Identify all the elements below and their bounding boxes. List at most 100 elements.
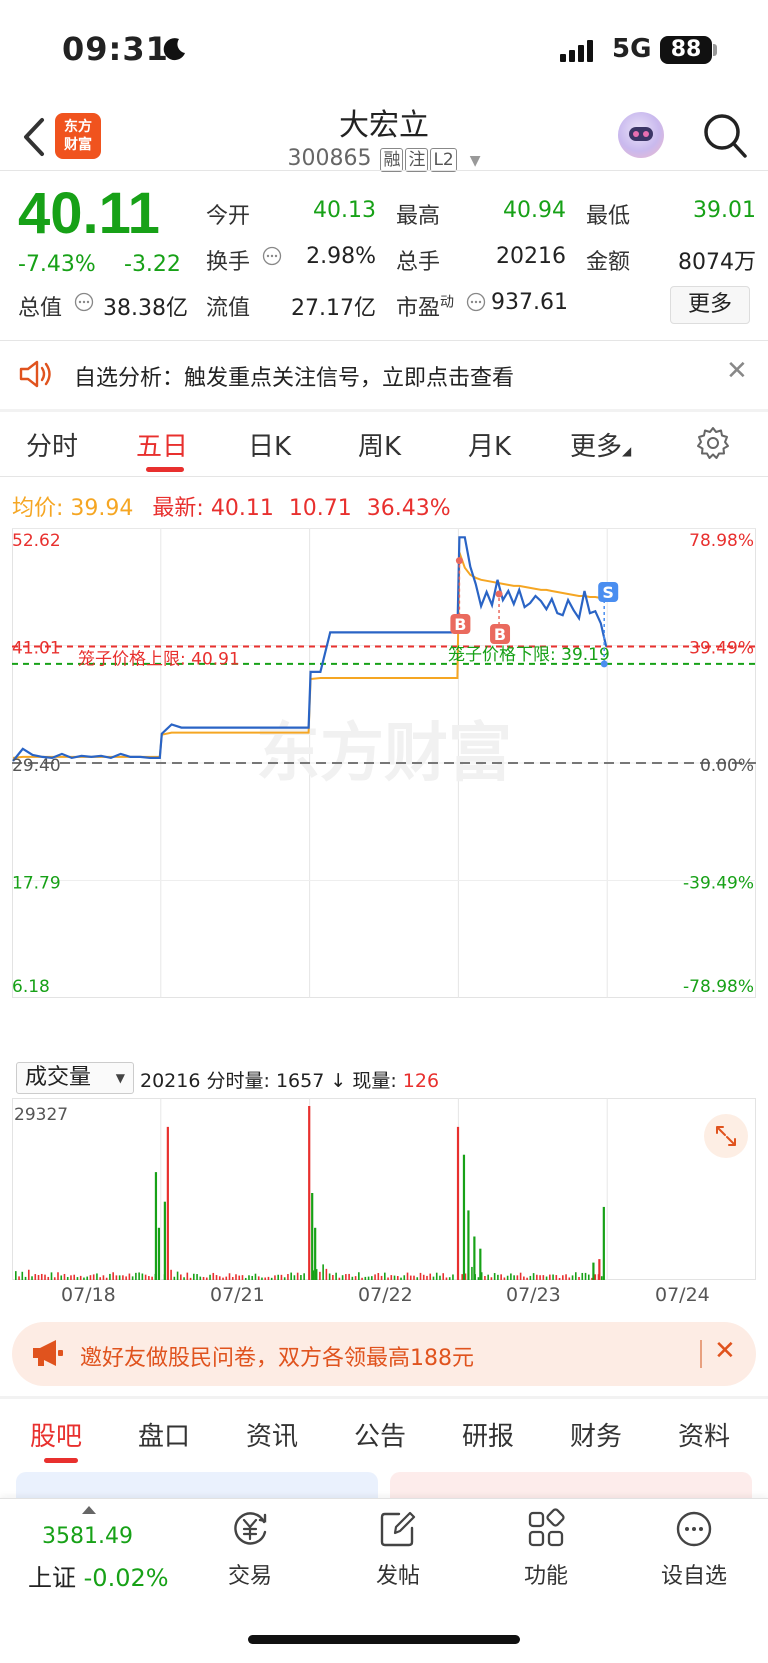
volume-bar <box>290 1272 292 1280</box>
open-value: 40.13 <box>313 198 376 223</box>
volume-bar <box>209 1274 211 1280</box>
tab-daily-k[interactable]: 日K <box>248 426 291 463</box>
volume-bar <box>568 1277 571 1280</box>
volume-bar <box>549 1274 551 1280</box>
volume-bar <box>371 1276 373 1280</box>
volume-chart[interactable]: 29327 <box>12 1098 756 1280</box>
tab-more[interactable]: 更多◢ <box>570 426 631 463</box>
volume-bar <box>429 1273 432 1280</box>
info-icon[interactable] <box>74 292 94 312</box>
post-icon[interactable] <box>377 1508 419 1550</box>
promo-text[interactable]: 邀好友做股民问卷，双方各领最高188元 <box>80 1340 474 1372</box>
close-icon[interactable]: ✕ <box>714 1336 736 1366</box>
date-label: 07/21 <box>210 1284 265 1306</box>
settings-icon[interactable] <box>696 426 730 460</box>
volume-bar <box>135 1272 137 1280</box>
volume-bar <box>267 1276 270 1280</box>
volume-bar <box>183 1277 185 1280</box>
tab-announcements[interactable]: 公告 <box>354 1416 406 1453</box>
tab-profile[interactable]: 资料 <box>678 1416 730 1453</box>
tab-intraday[interactable]: 分时 <box>26 426 78 463</box>
expand-icon[interactable] <box>704 1114 748 1158</box>
volume-bar <box>598 1259 601 1280</box>
volume-bar <box>99 1277 101 1280</box>
volume-max-tick: 29327 <box>14 1105 68 1125</box>
volume-bar <box>102 1275 105 1280</box>
tab-order-book[interactable]: 盘口 <box>138 1416 190 1453</box>
volume-bar <box>118 1275 121 1280</box>
close-icon[interactable]: ✕ <box>726 356 748 386</box>
volume-bar <box>552 1274 554 1280</box>
volume-bar <box>105 1277 108 1280</box>
grid-icon[interactable] <box>525 1508 567 1550</box>
volume-bar <box>37 1275 40 1280</box>
volume-bar <box>322 1264 324 1280</box>
y-tick-left: 41.01 <box>12 639 61 659</box>
buy-marker-label: B <box>494 625 506 644</box>
nav-post-label[interactable]: 发帖 <box>348 1558 448 1590</box>
volume-indicator-select[interactable]: 成交量 ▼ <box>16 1062 134 1094</box>
volume-bar <box>189 1277 192 1280</box>
y-tick-right: -78.98% <box>683 977 754 997</box>
volume-bar <box>311 1193 314 1280</box>
five-day-price-chart[interactable]: 东方财富52.6241.0129.4017.796.1878.98%39.49%… <box>12 528 756 1058</box>
tab-research[interactable]: 研报 <box>462 1416 514 1453</box>
volume-bar <box>212 1272 215 1280</box>
current-volume-label: 现量: <box>352 1070 397 1092</box>
volume-bar <box>325 1268 328 1280</box>
volume-bar <box>241 1275 244 1280</box>
volume-bar <box>536 1274 538 1280</box>
dropdown-caret-icon[interactable]: ▼ <box>470 153 481 169</box>
tab-guba[interactable]: 股吧 <box>30 1416 82 1453</box>
volume-bar <box>270 1277 273 1280</box>
volume-bar <box>529 1275 532 1280</box>
volume-bar <box>341 1275 344 1280</box>
volume-bar <box>205 1277 208 1280</box>
volume-bar <box>166 1126 169 1280</box>
trade-icon[interactable] <box>229 1508 271 1550</box>
assistant-avatar-icon[interactable] <box>618 112 664 158</box>
info-icon[interactable] <box>466 292 486 312</box>
info-icon[interactable] <box>262 246 282 266</box>
marker-dot <box>600 660 608 668</box>
watchlist-icon[interactable] <box>673 1508 715 1550</box>
search-icon[interactable] <box>700 110 750 162</box>
volume-bar <box>141 1273 144 1280</box>
volume-bar <box>70 1275 72 1280</box>
volume-bar <box>467 1210 470 1280</box>
volume-bar <box>562 1275 564 1280</box>
index-ticker[interactable]: 上证 -0.02% <box>28 1558 169 1593</box>
upper-limit-label: 笼子价格上限: 40.91 <box>78 650 240 670</box>
dropdown-caret-icon: ▼ <box>115 1071 125 1085</box>
volume-bar <box>581 1272 584 1280</box>
volume-bar <box>487 1274 489 1280</box>
volume-bar <box>452 1274 454 1280</box>
tab-five-day[interactable]: 五日 <box>136 426 188 463</box>
tab-financials[interactable]: 财务 <box>570 1416 622 1453</box>
volume-bar <box>545 1276 548 1280</box>
y-tick-left: 52.62 <box>12 531 61 551</box>
home-indicator <box>248 1635 520 1644</box>
tab-monthly-k[interactable]: 月K <box>468 426 511 463</box>
latest-label: 最新: <box>152 496 204 521</box>
volume-bar <box>584 1272 587 1280</box>
alert-text[interactable]: 自选分析：触发重点关注信号，立即点击查看 <box>74 360 514 392</box>
volume-bar <box>558 1277 561 1280</box>
volume-bar <box>283 1277 286 1280</box>
low-value: 39.01 <box>693 198 756 223</box>
nav-watchlist-label[interactable]: 设自选 <box>644 1558 744 1590</box>
index-value[interactable]: 3581.49 <box>42 1524 133 1549</box>
nav-trade-label[interactable]: 交易 <box>200 1558 300 1590</box>
more-quote-button[interactable]: 更多 <box>670 286 750 324</box>
tab-news[interactable]: 资讯 <box>246 1416 298 1453</box>
volume-bar <box>571 1275 574 1280</box>
volume-bar <box>367 1276 370 1280</box>
expand-up-icon[interactable] <box>82 1506 96 1514</box>
tab-weekly-k[interactable]: 周K <box>358 426 401 463</box>
volume-bar <box>600 1276 603 1280</box>
volume-bar <box>215 1275 218 1280</box>
amount-value: 8074万 <box>678 250 756 275</box>
volume-bar <box>542 1275 545 1280</box>
nav-function-label[interactable]: 功能 <box>496 1558 596 1590</box>
corner-caret-icon: ◢ <box>622 444 632 458</box>
